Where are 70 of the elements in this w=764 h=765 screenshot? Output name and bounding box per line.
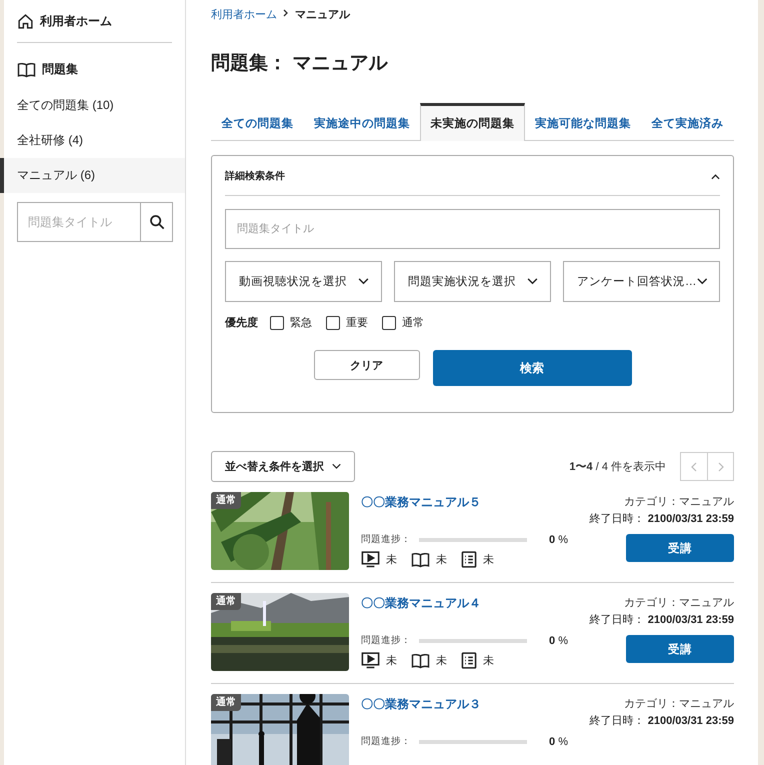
chevron-down-icon xyxy=(527,278,538,285)
book-icon xyxy=(411,652,430,668)
priority-label: 優先度 xyxy=(225,316,258,330)
end-date-text: 終了日時： 2100/03/31 23:59 xyxy=(590,613,734,627)
checkbox-label: 緊急 xyxy=(290,316,312,330)
status-label: 未 xyxy=(386,553,397,567)
priority-badge: 通常 xyxy=(211,694,241,711)
filter-dropdown[interactable]: 問題実施状況を選択 xyxy=(394,261,551,302)
end-date-text: 終了日時： 2100/03/31 23:59 xyxy=(590,714,734,728)
status-label: 未 xyxy=(483,654,494,668)
checkbox-label: 重要 xyxy=(346,316,368,330)
home-icon xyxy=(17,13,34,30)
list-icon xyxy=(461,652,477,669)
filter-dropdown[interactable]: 動画視聴状況を選択 xyxy=(225,261,382,302)
book-icon xyxy=(17,62,36,78)
category-text: カテゴリ：マニュアル xyxy=(624,596,734,610)
category-text: カテゴリ：マニュアル xyxy=(624,697,734,711)
tab[interactable]: 未実施の問題集 xyxy=(420,103,525,141)
priority-badge: 通常 xyxy=(211,593,241,610)
breadcrumb-current: マニュアル xyxy=(295,8,350,22)
sort-dropdown[interactable]: 並べ替え条件を選択 xyxy=(211,451,355,482)
title-input-field[interactable]: 問題集タイトル xyxy=(225,209,720,249)
search-button[interactable]: 検索 xyxy=(432,350,632,386)
clear-button[interactable]: クリア xyxy=(314,350,420,380)
book-icon xyxy=(411,552,430,568)
checkbox-label: 通常 xyxy=(402,316,424,330)
category-text: カテゴリ：マニュアル xyxy=(624,495,734,509)
start-button[interactable]: 受講 xyxy=(626,534,734,562)
filter-dropdown[interactable]: アンケート回答状況… xyxy=(563,261,720,302)
checkbox[interactable] xyxy=(382,316,396,330)
progress-percent: 0 % xyxy=(549,634,569,646)
section-heading: 問題集 xyxy=(42,61,78,78)
breadcrumb-link[interactable]: 利用者ホーム xyxy=(211,6,277,22)
chevron-left-icon xyxy=(691,462,697,472)
course-title-link[interactable]: 〇〇業務マニュアル３ xyxy=(361,696,572,713)
chevron-down-icon xyxy=(332,463,341,470)
status-label: 未 xyxy=(436,553,447,567)
search-input-field[interactable]: 問題集タイトル xyxy=(17,202,140,242)
sidebar-item[interactable]: 全社研修 (4) xyxy=(0,123,185,158)
progress-label: 問題進捗： xyxy=(361,533,411,546)
start-button[interactable]: 受講 xyxy=(626,635,734,663)
sidebar-item[interactable]: 全ての問題集 (10) xyxy=(0,88,185,123)
page-title: 問題集： マニュアル xyxy=(211,52,389,76)
priority-badge: 通常 xyxy=(211,492,241,509)
progress-label: 問題進捗： xyxy=(361,634,411,647)
status-label: 未 xyxy=(436,654,447,668)
progress-percent: 0 % xyxy=(549,736,569,748)
end-date-text: 終了日時： 2100/03/31 23:59 xyxy=(590,512,734,526)
video-icon xyxy=(361,652,380,669)
chevron-right-icon xyxy=(718,462,724,472)
search-icon xyxy=(148,214,164,230)
chevron-down-icon xyxy=(696,278,707,285)
checkbox[interactable] xyxy=(270,316,284,330)
chevron-down-icon xyxy=(358,278,369,285)
chevron-right-icon xyxy=(283,9,289,17)
list-icon xyxy=(461,551,477,568)
sidebar-item[interactable]: マニュアル (6) xyxy=(0,158,185,193)
progress-percent: 0 % xyxy=(549,534,569,546)
home-link[interactable]: 利用者ホーム xyxy=(17,0,172,43)
search-button[interactable] xyxy=(140,202,173,242)
result-count: 1〜4 / 4 件を表示中 xyxy=(569,460,666,474)
status-label: 未 xyxy=(386,654,397,668)
checkbox[interactable] xyxy=(326,316,340,330)
course-title-link[interactable]: 〇〇業務マニュアル５ xyxy=(361,494,572,511)
status-label: 未 xyxy=(483,553,494,567)
progress-label: 問題進捗： xyxy=(361,735,411,748)
course-title-link[interactable]: 〇〇業務マニュアル４ xyxy=(361,595,572,612)
chevron-up-icon[interactable] xyxy=(711,174,720,180)
video-icon xyxy=(361,551,380,568)
panel-title: 詳細検索条件 xyxy=(225,170,285,182)
